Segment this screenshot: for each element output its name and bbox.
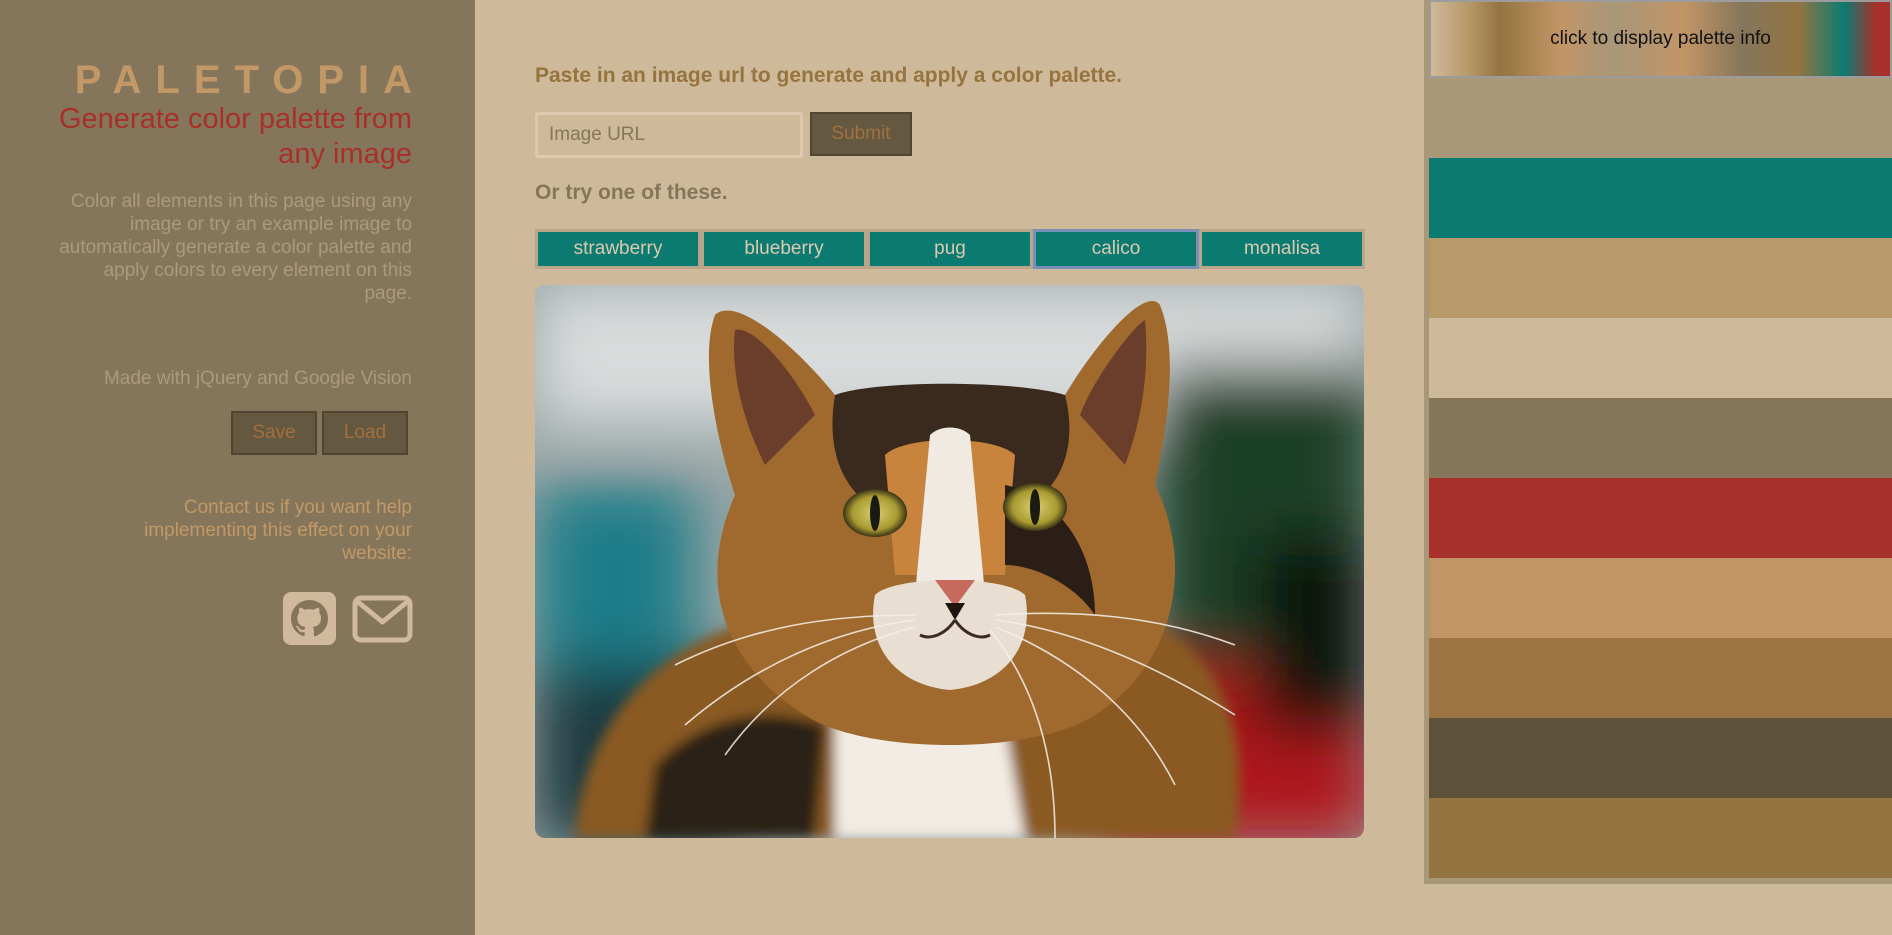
palette-swatch[interactable]: [1429, 78, 1892, 158]
palette-swatch[interactable]: [1429, 238, 1892, 318]
main-heading: Paste in an image url to generate and ap…: [535, 64, 1122, 87]
palette-swatch[interactable]: [1429, 558, 1892, 638]
brand-logo: PALETOPIA: [74, 58, 426, 102]
example-calico-button[interactable]: calico: [1033, 229, 1199, 269]
palette-swatch[interactable]: [1429, 398, 1892, 478]
palette-swatch[interactable]: [1429, 478, 1892, 558]
sidebar: PALETOPIA Generate color palette from an…: [0, 0, 475, 935]
palette-swatch[interactable]: [1429, 318, 1892, 398]
tagline: Generate color palette from any image: [58, 103, 412, 170]
contact-text: Contact us if you want help implementing…: [144, 497, 412, 564]
load-button[interactable]: Load: [322, 411, 408, 455]
calico-cat-image: [535, 285, 1364, 838]
palette-info-label: click to display palette info: [1550, 28, 1771, 49]
save-button[interactable]: Save: [231, 411, 317, 455]
example-pug-button[interactable]: pug: [867, 229, 1033, 269]
palette-swatch[interactable]: [1429, 638, 1892, 718]
example-blueberry-button[interactable]: blueberry: [701, 229, 867, 269]
palette-info-toggle[interactable]: click to display palette info: [1429, 0, 1892, 78]
palette-swatch[interactable]: [1429, 718, 1892, 798]
description: Color all elements in this page using an…: [59, 191, 412, 304]
example-strawberry-button[interactable]: strawberry: [535, 229, 701, 269]
made-with-text: Made with jQuery and Google Vision: [103, 368, 412, 389]
image-url-input[interactable]: [535, 112, 803, 158]
example-monalisa-button[interactable]: monalisa: [1199, 229, 1365, 269]
github-icon[interactable]: [283, 592, 336, 645]
palette-swatch[interactable]: [1429, 798, 1892, 878]
example-buttons: strawberry blueberry pug calico monalisa: [535, 229, 1365, 269]
submit-button[interactable]: Submit: [810, 112, 912, 156]
mail-icon[interactable]: [352, 595, 413, 643]
palette-panel: click to display palette info: [1424, 0, 1892, 884]
palette-swatches: [1429, 78, 1892, 878]
try-heading: Or try one of these.: [535, 181, 728, 204]
palette-swatch[interactable]: [1429, 158, 1892, 238]
